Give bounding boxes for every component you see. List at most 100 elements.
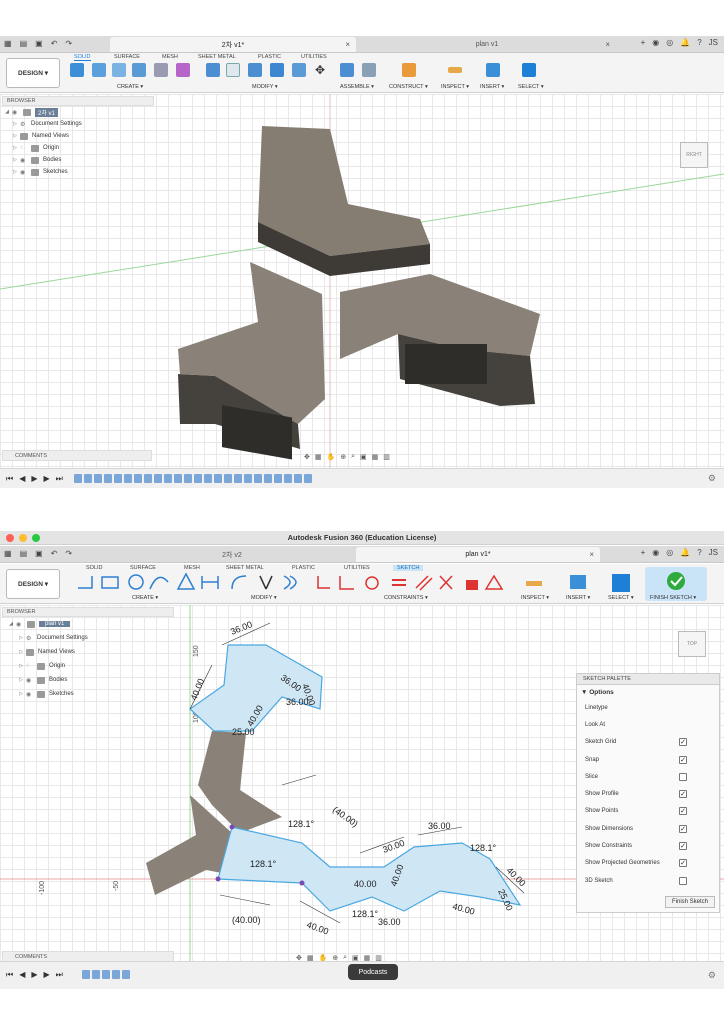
play-icon[interactable]: ▶ <box>31 474 37 484</box>
group-construct[interactable]: CONSTRUCT ▾ <box>389 84 428 90</box>
checkbox[interactable]: ✓ <box>679 755 687 764</box>
dimension-label[interactable]: 128.1° <box>352 909 379 919</box>
grid-menu-icon[interactable]: ▦ <box>4 39 12 48</box>
group-create[interactable]: CREATE ▾ <box>117 84 143 90</box>
eye-icon[interactable]: ◌ <box>26 663 35 669</box>
group-modify[interactable]: MODIFY ▾ <box>252 84 278 90</box>
group-inspect[interactable]: INSPECT ▾ <box>521 595 549 601</box>
palette-option-row[interactable]: 3D Sketch <box>577 872 719 889</box>
form-icon[interactable] <box>176 63 190 77</box>
fillet-icon[interactable] <box>226 63 240 77</box>
move-icon[interactable]: ✥ <box>313 63 327 77</box>
chamfer-icon[interactable] <box>248 63 262 77</box>
palette-option-row[interactable]: Linetype <box>577 699 719 716</box>
browser-root[interactable]: ◢ ◉ 2차 v1 <box>2 106 154 118</box>
viewcube[interactable]: TOP <box>678 631 706 657</box>
job-status-icon[interactable]: ◎ <box>666 38 673 47</box>
palette-option-row[interactable]: Show Projected Geometries ✓ <box>577 855 719 872</box>
tab-surface[interactable]: SURFACE <box>114 54 140 60</box>
close-icon[interactable]: × <box>589 550 594 559</box>
finish-sketch-palette-button[interactable]: Finish Sketch <box>665 896 715 908</box>
press-pull-icon[interactable] <box>206 63 220 77</box>
equal-icon[interactable] <box>392 579 406 586</box>
browser-item-named-views[interactable]: ▷ Named Views <box>2 130 154 142</box>
file-icon[interactable]: ▤ <box>20 549 28 558</box>
close-icon[interactable]: × <box>345 40 350 49</box>
perpendicular-icon[interactable] <box>339 576 354 590</box>
dimension-label[interactable]: 128.1° <box>250 859 277 869</box>
eye-icon[interactable]: ◉ <box>20 157 29 164</box>
sketch-point[interactable] <box>215 876 221 882</box>
palette-option-row[interactable]: Show Points ✓ <box>577 803 719 820</box>
measure-icon[interactable] <box>448 67 462 73</box>
browser-item-sketches[interactable]: ▷ ◉ Sketches <box>2 687 174 701</box>
group-create[interactable]: CREATE ▾ <box>132 595 158 601</box>
insert-image-icon[interactable] <box>486 63 500 77</box>
tab-document[interactable]: 2차 v2 <box>110 547 354 562</box>
tab-document-active[interactable]: plan v1* × <box>356 547 600 562</box>
browser-root[interactable]: ◢ ◉ plan v1 <box>2 617 174 631</box>
pan-icon[interactable]: ✋ <box>327 453 336 461</box>
display-icon[interactable]: ▣ <box>360 453 367 461</box>
tab-mesh[interactable]: MESH <box>162 54 178 60</box>
group-select[interactable]: SELECT ▾ <box>518 84 544 90</box>
select-icon[interactable] <box>612 574 630 592</box>
palette-option-row[interactable]: Show Profile ✓ <box>577 785 719 802</box>
dimension-label[interactable]: 40.00 <box>189 677 207 702</box>
sketch-viewport[interactable]: 150 100 -100 -50 36.00 36.00 40.00 36.00… <box>0 605 724 969</box>
tab-plastic[interactable]: PLASTIC <box>258 54 281 60</box>
group-assemble[interactable]: ASSEMBLE ▾ <box>340 84 374 90</box>
group-finish-sketch[interactable]: FINISH SKETCH ▾ <box>650 595 696 601</box>
offset-icon[interactable] <box>283 575 297 590</box>
avatar[interactable]: JS <box>709 38 718 47</box>
zoom-icon[interactable]: ⊕ <box>340 453 346 461</box>
sketch-point[interactable] <box>229 824 235 830</box>
trim-icon[interactable] <box>259 575 273 590</box>
dimension-label[interactable]: (40.00) <box>331 804 360 829</box>
sweep-icon[interactable] <box>132 63 146 77</box>
close-icon[interactable]: × <box>605 40 610 49</box>
dimension-label[interactable]: 128.1° <box>288 819 315 829</box>
avatar[interactable]: JS <box>709 548 718 557</box>
job-status-icon[interactable]: ◎ <box>666 548 673 557</box>
checkbox[interactable] <box>679 772 687 781</box>
checkbox[interactable] <box>679 876 687 885</box>
notifications-icon[interactable]: 🔔 <box>680 548 690 557</box>
collinear-icon[interactable] <box>439 575 453 590</box>
play-icon[interactable]: ▶ <box>31 970 37 980</box>
close-window-icon[interactable] <box>6 534 14 542</box>
options-section[interactable]: ▼ Options <box>577 685 719 699</box>
extrude-icon[interactable] <box>92 63 106 77</box>
eye-icon[interactable]: ◉ <box>26 691 35 698</box>
browser-item-bodies[interactable]: ▷ ◉ Bodies <box>2 673 174 687</box>
grid-icon[interactable]: ▦ <box>372 453 379 461</box>
insert-image-icon[interactable] <box>570 575 586 589</box>
polygon-icon[interactable] <box>176 572 196 590</box>
sketch-point[interactable] <box>299 880 305 886</box>
palette-option-row[interactable]: Slice <box>577 768 719 785</box>
eye-icon[interactable]: ◌ <box>20 145 29 151</box>
group-constraints[interactable]: CONSTRAINTS ▾ <box>384 595 428 601</box>
new-tab-icon[interactable]: + <box>641 38 646 47</box>
tab-sheet-metal[interactable]: SHEET METAL <box>198 54 236 60</box>
combine-icon[interactable] <box>292 63 306 77</box>
group-select[interactable]: SELECT ▾ <box>608 595 634 601</box>
file-icon[interactable]: ▤ <box>20 39 28 48</box>
browser-item-origin[interactable]: ▷ ◌ Origin <box>2 142 154 154</box>
notifications-icon[interactable]: 🔔 <box>680 38 690 47</box>
help-icon[interactable]: ? <box>697 38 701 47</box>
circle-icon[interactable] <box>128 574 144 590</box>
sketch-profile[interactable] <box>217 826 522 912</box>
checkbox[interactable]: ✓ <box>679 807 687 816</box>
joint-icon[interactable] <box>362 63 376 77</box>
first-icon[interactable]: ⏮ <box>6 474 13 484</box>
redo-icon[interactable]: ↷ <box>65 39 72 48</box>
dimension-label[interactable]: (40.00) <box>232 915 261 925</box>
first-icon[interactable]: ⏮ <box>6 970 13 980</box>
shell-icon[interactable] <box>270 63 284 77</box>
maximize-window-icon[interactable] <box>32 534 40 542</box>
tab-solid[interactable]: SOLID <box>74 54 91 61</box>
comments-panel[interactable]: COMMENTS <box>2 450 152 461</box>
tab-document[interactable]: plan v1 × <box>358 37 616 52</box>
palette-option-row[interactable]: Show Constraints ✓ <box>577 837 719 854</box>
